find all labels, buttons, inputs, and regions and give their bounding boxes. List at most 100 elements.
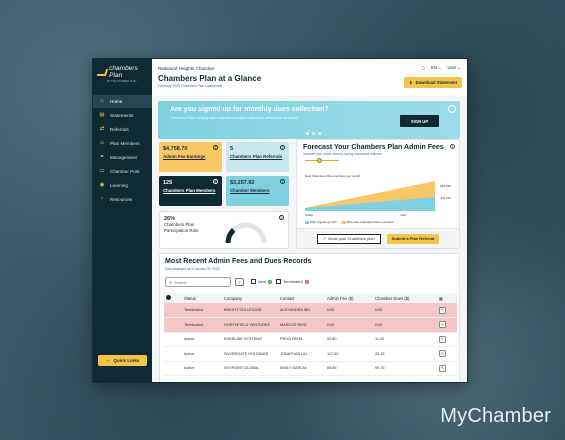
cell-admin-fee: 52.80 [325,332,373,347]
members-link[interactable]: Chambers Plan Members [163,188,218,194]
table-row[interactable]: Active SKYPOINT GLOBAL EMILY GARCIA 89.85 99… [164,361,457,376]
banner-close-icon[interactable] [448,105,456,113]
info-icon[interactable]: i [450,144,455,149]
col-dues[interactable]: Chamber Dues ($) [373,293,437,303]
language-select[interactable]: EN ⌄ [431,65,442,70]
forecast-legend: With organic growth With new Chambers Pl… [305,220,394,224]
info-icon[interactable]: i [280,145,285,150]
sidebar-item-referrals[interactable]: ⇄ Referrals [93,123,152,136]
logo-subtitle: BY THE CHAMBER PLAN [107,80,137,83]
sidebar-item-learning[interactable]: ◉ Learning [93,179,152,192]
records-subtitle: Data displayed as of January 22, 2025 [165,267,220,271]
new-filter[interactable]: New 3 [251,279,273,284]
search-icon: ⚲ [169,279,172,285]
new-checkbox[interactable] [251,279,256,284]
cell-admin-fee: 89.85 [325,361,373,376]
admin-fee-value: $4,758.70 [163,146,188,152]
cell-admin-fee: 117.92 [325,346,373,362]
user-menu[interactable]: User ⌄ [447,65,461,70]
table-row[interactable]: Terminated BRIGHT SOLUTIONS ALEXANDRA IBN 0… [164,303,457,318]
search-input[interactable] [173,279,227,285]
admin-fee-link[interactable]: Admin Fee Earnings [163,154,218,160]
edit-icon[interactable]: ✎ [439,306,446,314]
edit-icon[interactable]: ✎ [439,364,446,372]
table-row[interactable]: Terminated NORTHFIELD VENTURES MARCUS REID… [164,317,457,333]
sidebar-item-chamber-post[interactable]: ▭ Chamber Post [93,165,152,178]
info-icon[interactable]: i [279,215,284,220]
grow-plan-button[interactable]: ↗ Grow your Chambers plan [316,233,381,244]
table-header-row: Status Company Contact Admin Fee ($) Cha… [164,293,457,303]
filter-icon[interactable]: ≡ [235,278,244,286]
terminated-checkbox[interactable] [276,279,281,284]
info-icon[interactable]: i [213,179,218,184]
sidebar: chambers Plan BY THE CHAMBER PLAN ⌂ Home ▤… [93,59,152,382]
sign-up-button[interactable]: SIGN UP [400,115,439,127]
download-statement-button[interactable]: ⬇ Download Statement [404,77,462,88]
search-box[interactable]: ⚲ [165,277,231,287]
forecast-subtitle: Increase your admin fees by having succe… [303,152,382,156]
cell-contact: MARCUS REID [278,317,325,333]
edit-icon[interactable]: ✎ [439,335,446,343]
referrals-link[interactable]: Chambers Plan Referrals [230,154,285,160]
col-company[interactable]: Company [222,293,278,303]
app-window: chambers Plan BY THE CHAMBER PLAN ⌂ Home ▤… [92,58,468,383]
sidebar-item-management[interactable]: ⚭ Management [93,151,152,164]
edit-icon[interactable]: ✎ [439,321,446,329]
user-label: User [447,65,457,70]
cell-admin-fee: 0.00 [325,303,373,318]
notification-icon[interactable]: ◻ [421,65,424,70]
col-actions[interactable]: ▦ [437,293,457,303]
select-all-icon[interactable] [166,295,171,300]
carousel-dot[interactable] [312,132,315,135]
cell-dues: 99.76 [373,361,437,376]
carousel-dot[interactable] [318,132,321,135]
table-row[interactable]: Active SILVERGATE HOLDINGS JONATHAN LIU 117… [164,346,457,362]
gauge-fill [225,228,236,244]
row-action-cell: ✎ [437,303,457,318]
logo[interactable]: chambers Plan [93,65,152,81]
logo-text: chambers Plan [109,65,138,79]
row-select-cell [164,303,182,318]
resources-icon: ♀ [99,195,105,202]
main-content: Redwood Heights Chamber Chambers Plan at… [152,59,467,382]
records-table-body: Terminated BRIGHT SOLUTIONS ALEXANDRA IBN 0… [164,303,457,376]
cell-company: NORTHFIELD VENTURES [222,317,278,333]
col-status[interactable]: Status [182,293,222,303]
submit-referral-button[interactable]: Submit a Plan Referral [386,233,440,244]
edit-icon[interactable]: ✎ [439,350,446,358]
sidebar-item-home[interactable]: ⌂ Home [93,95,152,108]
cell-contact: ALEXANDRA IBN [278,303,325,318]
x-start-label: Today [305,213,314,217]
cell-status: Active [182,361,222,376]
sidebar-item-statements[interactable]: ▤ Statements [93,109,152,122]
sidebar-item-label: Chamber Post [110,169,140,174]
carousel-dots [306,132,321,135]
quick-links-button[interactable]: ⇔ Quick Links [98,355,147,366]
cell-dues: 25.15 [373,346,437,362]
info-icon[interactable]: i [213,145,218,150]
download-label: Download Statement [415,80,457,85]
signup-banner: Are you signed up for monthly dues colle… [158,101,460,139]
chamber-members-value: $3,257.92 [230,180,255,186]
forecast-actions: ↗ Grow your Chambers plan Submit a Plan … [297,228,459,248]
sidebar-item-plan-members[interactable]: ☺ Plan Members [93,137,152,150]
info-icon[interactable]: i [280,179,285,184]
chamber-members-link[interactable]: Chamber Members [230,188,285,194]
table-settings-icon[interactable]: ▦ [439,296,443,301]
records-table: Status Company Contact Admin Fee ($) Cha… [164,293,457,376]
x-end-label: Year [400,213,407,217]
sidebar-item-resources[interactable]: ♀ Resources [93,193,152,206]
terminated-filter[interactable]: Terminated 2 [276,279,309,284]
col-contact[interactable]: Contact [278,293,325,303]
table-row[interactable]: Active EVERLINE SYSTEMS PRIYA PATEL 52.80 11… [164,332,457,347]
post-icon: ▭ [99,167,105,174]
members-slider[interactable] [305,158,339,163]
admin-fee-card: $4,758.70 Admin Fee Earnings i [159,142,222,172]
select-all-header[interactable] [164,293,182,303]
sidebar-item-label: Home [110,99,123,104]
slider-handle[interactable] [317,158,322,163]
carousel-dot[interactable] [306,132,309,135]
y-high-label: $12,995 [440,184,451,188]
col-admin-fee[interactable]: Admin Fee ($) [325,293,373,303]
link-icon: ⇔ [105,358,111,363]
